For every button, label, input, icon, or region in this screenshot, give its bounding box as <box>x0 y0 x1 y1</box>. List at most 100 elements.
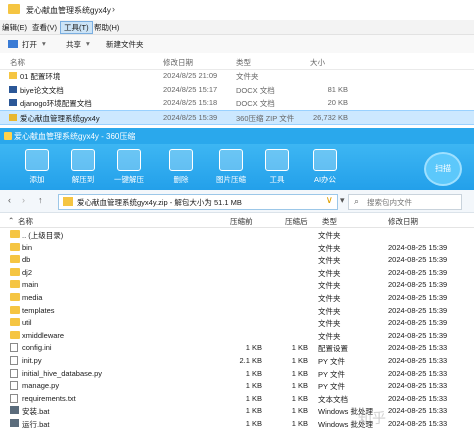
zip-row[interactable]: initial_hive_database.py 1 KB 1 KB PY 文件 202… <box>0 367 474 380</box>
explorer-window: 爱心献血管理系统gyx4y › 编辑(E) 查看(V) 工具(T) 帮助(H) … <box>0 0 474 128</box>
zip-toolbar: 添加 解压到 一键解压 删除 图片压缩 工具 AI办公 扫描 <box>0 144 474 190</box>
column-size[interactable]: 大小 <box>310 57 325 68</box>
forward-icon[interactable]: › <box>22 195 25 205</box>
zip-row[interactable]: requirements.txt 1 KB 1 KB 文本文档 2024-08-25 1… <box>0 392 474 405</box>
menu-help[interactable]: 帮助(H) <box>94 22 119 33</box>
zip-row[interactable]: templates 文件夹 2024-08-25 15:39 <box>0 304 474 317</box>
tool-ai-office[interactable]: AI办公 <box>302 149 348 185</box>
tool-delete[interactable]: 删除 <box>158 149 204 185</box>
tool-image-compress[interactable]: 图片压缩 <box>208 149 254 185</box>
zip-row-name: initial_hive_database.py <box>22 368 103 378</box>
dropdown-icon[interactable]: ▾ <box>42 39 46 48</box>
zip-row[interactable]: dj2 文件夹 2024-08-25 15:39 <box>0 266 474 279</box>
tool-label: 解压到 <box>71 175 95 184</box>
zip-row[interactable]: manage.py 1 KB 1 KB PY 文件 2024-08-25 15:33 <box>0 379 474 392</box>
zip-row-before: 2.1 KB <box>239 356 262 365</box>
column-type[interactable]: 类型 <box>322 216 337 227</box>
tool-label: 添加 <box>29 175 45 184</box>
zip-row-name: .. (上级目录) <box>22 231 64 240</box>
explorer-row-date: 2024/8/25 21:09 <box>163 71 218 80</box>
zip-row-type: 文件夹 <box>318 319 341 329</box>
zip-row[interactable]: config.ini 1 KB 1 KB 配置设置 2024-08-25 15:33 <box>0 341 474 354</box>
zip-row-name: bin <box>22 242 33 252</box>
zip-row-before: 1 KB <box>245 419 262 428</box>
zip-row[interactable]: main 文件夹 2024-08-25 15:39 <box>0 278 474 291</box>
menu-dropdown-icon[interactable]: ▾ <box>340 195 345 206</box>
explorer-row[interactable]: 爱心献血管理系统gyx4y 2024/8/25 15:39 360压缩 ZIP 文件… <box>0 109 474 125</box>
dropdown-icon[interactable]: ▾ <box>86 39 90 48</box>
folder-icon <box>10 318 20 327</box>
zip-row-name: requirements.txt <box>22 393 76 403</box>
image-compress-icon <box>219 149 243 171</box>
tool-add[interactable]: 添加 <box>14 149 60 185</box>
explorer-row-size: 81 KB <box>327 84 348 94</box>
column-after[interactable]: 压缩后 <box>285 216 308 227</box>
column-before[interactable]: 压缩前 <box>230 216 253 227</box>
zip-row-before: 1 KB <box>245 393 262 403</box>
tool-tools[interactable]: 工具 <box>254 149 300 185</box>
zip-row-type: 文本文档 <box>318 394 348 404</box>
zip-row-name: manage.py <box>22 381 60 391</box>
explorer-row-date: 2024/8/25 15:18 <box>163 98 218 107</box>
column-name[interactable]: 名称 <box>10 57 25 68</box>
zip-row-after: 1 KB <box>291 356 308 365</box>
back-icon[interactable]: ‹ <box>8 195 11 205</box>
search-input[interactable] <box>367 196 455 208</box>
column-date[interactable]: 修改日期 <box>388 216 418 227</box>
explorer-row-name: 01 配置环境 <box>20 72 61 81</box>
tool-one-click-extract[interactable]: 一键解压 <box>106 149 152 185</box>
zip-row-date: 2024-08-25 15:33 <box>388 406 448 416</box>
chevron-right-icon[interactable]: › <box>112 4 115 14</box>
sort-up-icon[interactable]: ⌃ <box>8 216 14 225</box>
column-name[interactable]: 名称 <box>18 216 33 227</box>
folder-icon <box>9 72 17 79</box>
folder-icon <box>10 255 20 264</box>
explorer-row[interactable]: djanogo环境配置文档 2024/8/25 15:18 DOCX 文档 20 KB <box>0 96 474 109</box>
explorer-title-bar: 爱心献血管理系统gyx4y › <box>0 0 474 20</box>
explorer-row-size: 20 KB <box>327 98 348 107</box>
search-icon: ⌕ <box>354 196 360 206</box>
zip-row[interactable]: bin 文件夹 2024-08-25 15:39 <box>0 241 474 254</box>
folder-icon <box>8 4 20 14</box>
zip-row-type: 文件夹 <box>318 268 341 278</box>
explorer-row-type: DOCX 文档 <box>236 85 275 95</box>
tool-label: 删除 <box>173 175 189 184</box>
zip-row[interactable]: .. (上级目录) 文件夹 <box>0 228 474 241</box>
zip-row[interactable]: 安装.bat 1 KB 1 KB Windows 批处理 2024-08-25 15:3… <box>0 404 474 417</box>
zip-row[interactable]: util 文件夹 2024-08-25 15:39 <box>0 316 474 329</box>
menu-view[interactable]: 查看(V) <box>32 22 57 33</box>
folder-icon <box>10 230 20 238</box>
tool-extract[interactable]: 解压到 <box>60 149 106 185</box>
explorer-toolbar: 打开 ▾ 共享 ▾ 新建文件夹 <box>0 35 474 54</box>
new-folder-button[interactable]: 新建文件夹 <box>106 39 144 50</box>
zip-row-before: 1 KB <box>245 381 262 391</box>
menu-edit[interactable]: 编辑(E) <box>2 22 27 33</box>
zip-row[interactable]: 运行.bat 1 KB 1 KB Windows 批处理 2024-08-25 15:3… <box>0 417 474 430</box>
up-icon[interactable]: ↑ <box>38 195 43 205</box>
menu-tools[interactable]: 工具(T) <box>60 21 93 34</box>
open-button[interactable]: 打开 <box>22 39 37 50</box>
share-button[interactable]: 共享 <box>66 39 81 50</box>
tools-icon <box>265 149 289 171</box>
explorer-row-date: 2024/8/25 15:39 <box>163 112 218 122</box>
zip-row-type: 文件夹 <box>318 331 341 341</box>
column-date[interactable]: 修改日期 <box>163 57 193 68</box>
explorer-row[interactable]: biye论文文档 2024/8/25 15:17 DOCX 文档 81 KB <box>0 83 474 96</box>
docx-icon <box>9 85 17 93</box>
zip-row[interactable]: media 文件夹 2024-08-25 15:39 <box>0 291 474 304</box>
column-type[interactable]: 类型 <box>236 57 251 68</box>
zip-row[interactable]: xmiddleware 文件夹 2024-08-25 15:39 <box>0 329 474 342</box>
search-box[interactable]: ⌕ <box>348 194 462 210</box>
zip-row[interactable]: init.py 2.1 KB 1 KB PY 文件 2024-08-25 15:33 <box>0 354 474 367</box>
zip-row-type: 文件夹 <box>318 281 341 291</box>
file-icon <box>10 381 18 391</box>
chevron-down-icon[interactable]: ∨ <box>326 195 333 206</box>
zip-row-date: 2024-08-25 15:33 <box>388 343 448 353</box>
folder-icon <box>10 305 20 314</box>
zip-row-name: 安装.bat <box>22 407 50 417</box>
zip-row[interactable]: db 文件夹 2024-08-25 15:39 <box>0 253 474 266</box>
explorer-row[interactable]: 01 配置环境 2024/8/25 21:09 文件夹 <box>0 69 474 82</box>
path-box[interactable]: 爱心献血管理系统gyx4y.zip - 解包大小为 51.1 MB ∨ <box>58 194 338 210</box>
scan-button[interactable]: 扫描 <box>424 152 462 186</box>
explorer-row-name: biye论文文档 <box>20 85 64 95</box>
